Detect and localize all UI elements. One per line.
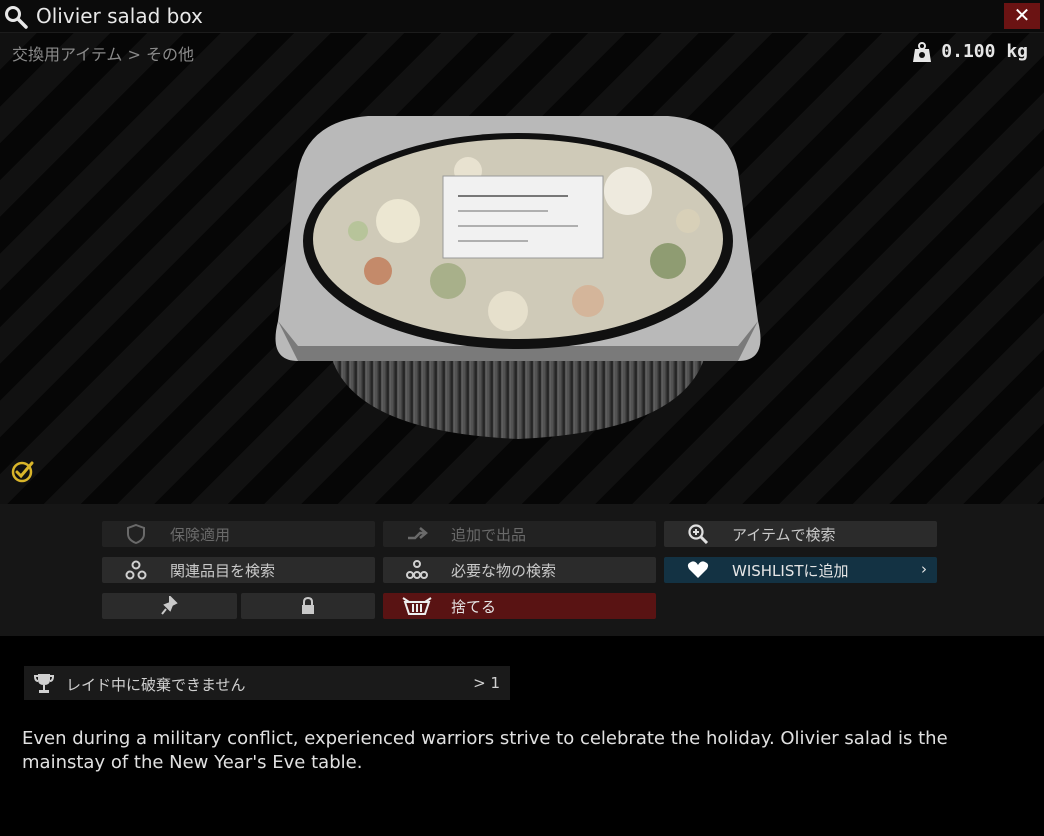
pin-button[interactable] xyxy=(102,593,237,619)
action-panel: 保険適用 追加で出品 アイテムで検索 関連品目を検索 必要な物の検索 WISHL… xyxy=(0,504,1044,636)
required-icon xyxy=(383,557,451,583)
search-item-label: アイテムで検索 xyxy=(732,526,836,544)
linked-icon xyxy=(102,557,170,583)
sell-button[interactable]: 追加で出品 xyxy=(383,521,656,547)
discard-button[interactable]: 捨てる xyxy=(383,593,656,619)
raid-restriction-row[interactable]: レイド中に破棄できません > 1 xyxy=(24,666,510,700)
close-icon: ✕ xyxy=(1013,3,1031,27)
weight-icon xyxy=(913,42,931,62)
search-item-button[interactable]: アイテムで検索 xyxy=(664,521,937,547)
discard-icon xyxy=(383,593,451,619)
shield-icon xyxy=(102,521,170,547)
magnify-plus-icon xyxy=(664,521,732,547)
pin-icon xyxy=(102,593,237,619)
linked-search-button[interactable]: 関連品目を検索 xyxy=(102,557,375,583)
wishlist-label: WISHLISTに追加 xyxy=(732,562,849,580)
sell-icon xyxy=(383,521,451,547)
item-description: Even during a military conflict, experie… xyxy=(22,728,948,773)
wishlist-button[interactable]: WISHLISTに追加 › xyxy=(664,557,937,583)
sell-label: 追加で出品 xyxy=(451,526,527,544)
insure-button[interactable]: 保険適用 xyxy=(102,521,375,547)
raid-restriction-text: レイド中に破棄できません xyxy=(66,676,246,694)
lock-button[interactable] xyxy=(241,593,375,619)
trophy-icon xyxy=(34,674,54,693)
insure-label: 保険適用 xyxy=(170,526,231,544)
close-button[interactable]: ✕ xyxy=(1004,3,1040,29)
title-bar: Olivier salad box ✕ xyxy=(0,0,1044,33)
discard-label: 捨てる xyxy=(451,598,497,616)
linked-search-label: 関連品目を検索 xyxy=(170,562,276,580)
window-title: Olivier salad box xyxy=(36,4,203,28)
search-icon xyxy=(5,6,28,29)
raid-restriction-count: > 1 xyxy=(473,674,500,692)
item-weight: 0.100 kg xyxy=(941,41,1028,62)
chevron-right-icon: › xyxy=(921,560,927,578)
required-search-button[interactable]: 必要な物の検索 xyxy=(383,557,656,583)
salad-box-image xyxy=(275,116,761,439)
item-preview: 交換用アイテム > その他 0.100 kg xyxy=(0,33,1044,504)
breadcrumb: 交換用アイテム > その他 xyxy=(12,45,194,64)
check-icon xyxy=(11,461,34,483)
required-search-label: 必要な物の検索 xyxy=(451,562,557,580)
heart-icon xyxy=(664,557,732,583)
lock-icon xyxy=(241,593,375,619)
